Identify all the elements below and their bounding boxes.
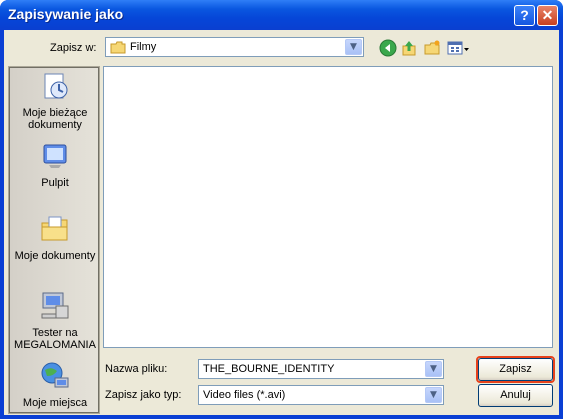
my-computer-icon [41, 292, 69, 319]
lookin-combo[interactable]: Filmy ▼ [105, 37, 364, 57]
desktop-icon [43, 144, 67, 168]
lookin-value: Filmy [130, 41, 157, 53]
save-button[interactable]: Zapisz [478, 358, 553, 381]
place-desktop[interactable]: Pulpit [10, 140, 100, 189]
save-as-dialog: Zapisywanie jako ? ✕ Zapisz w: Filmy ▼ M… [0, 0, 563, 419]
chevron-down-icon[interactable]: ▼ [425, 361, 442, 377]
lookin-label: Zapisz w: [50, 42, 97, 54]
file-list[interactable] [103, 66, 553, 348]
filetype-value: Video files (*.avi) [203, 389, 286, 401]
network-places-icon [41, 362, 69, 388]
back-icon[interactable] [379, 39, 397, 57]
place-label: Moje bieżące dokumenty [22, 107, 88, 131]
view-menu-icon[interactable] [447, 39, 471, 57]
place-my-documents[interactable]: Moje dokumenty [10, 213, 100, 262]
dialog-body: Zapisz w: Filmy ▼ Moje bieżące dokumenty… [4, 30, 559, 415]
help-button[interactable]: ? [514, 5, 535, 26]
place-recent-documents[interactable]: Moje bieżące dokumenty [10, 70, 100, 131]
place-label: Moje dokumenty [14, 250, 96, 262]
my-documents-icon [41, 216, 68, 241]
place-network[interactable]: Moje miejsca [10, 360, 100, 409]
dialog-title: Zapisywanie jako [8, 6, 124, 22]
new-folder-icon[interactable] [423, 39, 441, 57]
place-label: Tester na MEGALOMANIA [14, 327, 96, 351]
recent-documents-icon [44, 73, 68, 99]
title-bar[interactable]: Zapisywanie jako ? ✕ [0, 0, 563, 30]
filetype-label: Zapisz jako typ: [105, 389, 182, 401]
places-bar: Moje bieżące dokumenty Pulpit Moje dokum… [8, 66, 100, 414]
place-my-computer[interactable]: Tester na MEGALOMANIA [10, 290, 100, 351]
folder-icon [110, 41, 126, 54]
filetype-select[interactable]: Video files (*.avi) ▼ [198, 385, 444, 405]
place-label: Pulpit [41, 177, 69, 189]
filename-label: Nazwa pliku: [105, 363, 168, 375]
chevron-down-icon[interactable]: ▼ [345, 39, 362, 55]
chevron-down-icon[interactable]: ▼ [425, 387, 442, 403]
filename-value: THE_BOURNE_IDENTITY [203, 363, 335, 375]
cancel-button[interactable]: Anuluj [478, 384, 553, 407]
close-button[interactable]: ✕ [537, 5, 558, 26]
place-label: Moje miejsca [22, 397, 88, 409]
filename-input[interactable]: THE_BOURNE_IDENTITY ▼ [198, 359, 444, 379]
up-folder-icon[interactable] [400, 39, 418, 57]
